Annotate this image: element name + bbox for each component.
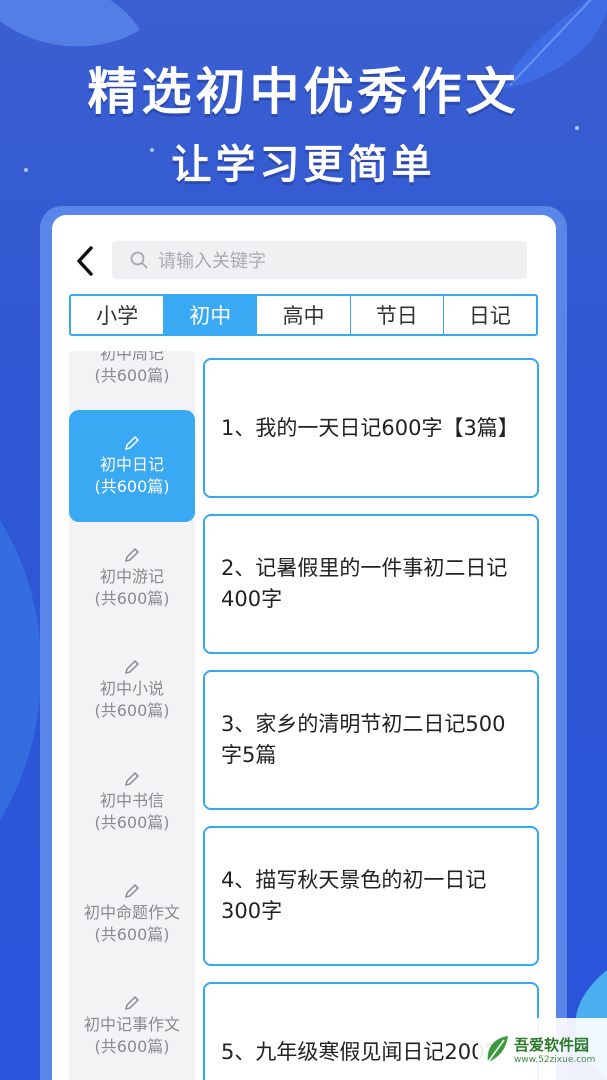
pencil-icon bbox=[123, 434, 141, 452]
tab-junior-high[interactable]: 初中 bbox=[164, 296, 258, 334]
watermark-url: www.52zixue.com bbox=[514, 1054, 596, 1065]
search-input[interactable]: 请输入关键字 bbox=[112, 241, 527, 279]
chevron-left-icon bbox=[77, 246, 93, 276]
sidebar-item-label: 初中书信 bbox=[99, 791, 164, 810]
list-item[interactable]: 4、描写秋天景色的初一日记300字 bbox=[203, 826, 539, 966]
pencil-icon bbox=[123, 658, 141, 676]
sidebar-item-count: (共600篇) bbox=[94, 477, 170, 496]
list-item[interactable]: 2、记暑假里的一件事初二日记400字 bbox=[203, 514, 539, 654]
tab-primary[interactable]: 小学 bbox=[71, 296, 165, 334]
article-title: 1、我的一天日记600字【3篇】 bbox=[221, 415, 519, 440]
sidebar-item-topic-essay[interactable]: 初中命题作文 (共600篇) bbox=[69, 858, 195, 970]
sidebar-item-travel[interactable]: 初中游记 (共600篇) bbox=[69, 522, 195, 634]
search-placeholder: 请输入关键字 bbox=[158, 251, 266, 272]
tab-festival[interactable]: 节日 bbox=[351, 296, 444, 334]
article-title: 3、家乡的清明节初二日记500字5篇 bbox=[221, 712, 506, 767]
hero-title: 精选初中优秀作文 bbox=[87, 63, 520, 121]
watermark-logo: 吾爱软件园 www.52zixue.com bbox=[478, 1018, 607, 1080]
sidebar-item-label: 初中命题作文 bbox=[83, 903, 180, 922]
sidebar-item-diary[interactable]: 初中日记 (共600篇) bbox=[69, 410, 195, 522]
pencil-icon bbox=[123, 882, 141, 900]
sidebar-item-label: 初中周记 bbox=[99, 351, 164, 363]
tab-senior-high[interactable]: 高中 bbox=[257, 296, 351, 334]
sidebar-item-narrative-essay[interactable]: 初中记事作文 (共600篇) bbox=[69, 970, 195, 1080]
sidebar-item-count: (共600篇) bbox=[94, 701, 170, 720]
sidebar-item-label: 初中小说 bbox=[99, 679, 164, 698]
sidebar-item-count: (共600篇) bbox=[94, 1037, 170, 1056]
pencil-icon bbox=[123, 994, 141, 1012]
category-tabs: 小学 初中 高中 节日 日记 bbox=[69, 294, 538, 336]
sidebar-item-label: 初中日记 bbox=[99, 455, 164, 474]
sidebar-item-count: (共600篇) bbox=[94, 925, 170, 944]
hero-subtitle: 让学习更简单 bbox=[171, 142, 436, 188]
list-item[interactable]: 1、我的一天日记600字【3篇】 bbox=[203, 358, 539, 498]
sidebar-item-count: (共600篇) bbox=[94, 813, 170, 832]
pencil-icon bbox=[123, 546, 141, 564]
list-item[interactable]: 3、家乡的清明节初二日记500字5篇 bbox=[203, 670, 539, 810]
back-button[interactable] bbox=[70, 243, 100, 279]
sidebar-item-count: (共600篇) bbox=[94, 366, 170, 385]
app-screen: 请输入关键字 小学 初中 高中 节日 日记 初中周记 (共600篇) 初中日记 … bbox=[52, 215, 556, 1080]
search-icon bbox=[130, 251, 148, 269]
leaf-logo-icon bbox=[487, 1036, 508, 1063]
sidebar-item-label: 初中记事作文 bbox=[83, 1015, 180, 1034]
article-title: 5、九年级寒假见闻日记200字 bbox=[221, 1039, 506, 1064]
sidebar-item-weekly[interactable]: 初中周记 (共600篇) bbox=[69, 351, 195, 411]
tab-diary[interactable]: 日记 bbox=[444, 296, 536, 334]
sidebar-item-letter[interactable]: 初中书信 (共600篇) bbox=[69, 746, 195, 858]
sidebar: 初中周记 (共600篇) 初中日记 (共600篇) 初中游记 (共600篇) 初… bbox=[69, 351, 195, 1080]
sidebar-item-novel[interactable]: 初中小说 (共600篇) bbox=[69, 634, 195, 746]
pencil-icon bbox=[123, 770, 141, 788]
article-title: 2、记暑假里的一件事初二日记400字 bbox=[221, 556, 508, 611]
sidebar-item-count: (共600篇) bbox=[94, 589, 170, 608]
article-title: 4、描写秋天景色的初一日记300字 bbox=[221, 868, 487, 923]
sidebar-item-label: 初中游记 bbox=[99, 567, 164, 586]
sparkle-dot bbox=[575, 126, 579, 130]
watermark-text: 吾爱软件园 bbox=[514, 1035, 590, 1054]
